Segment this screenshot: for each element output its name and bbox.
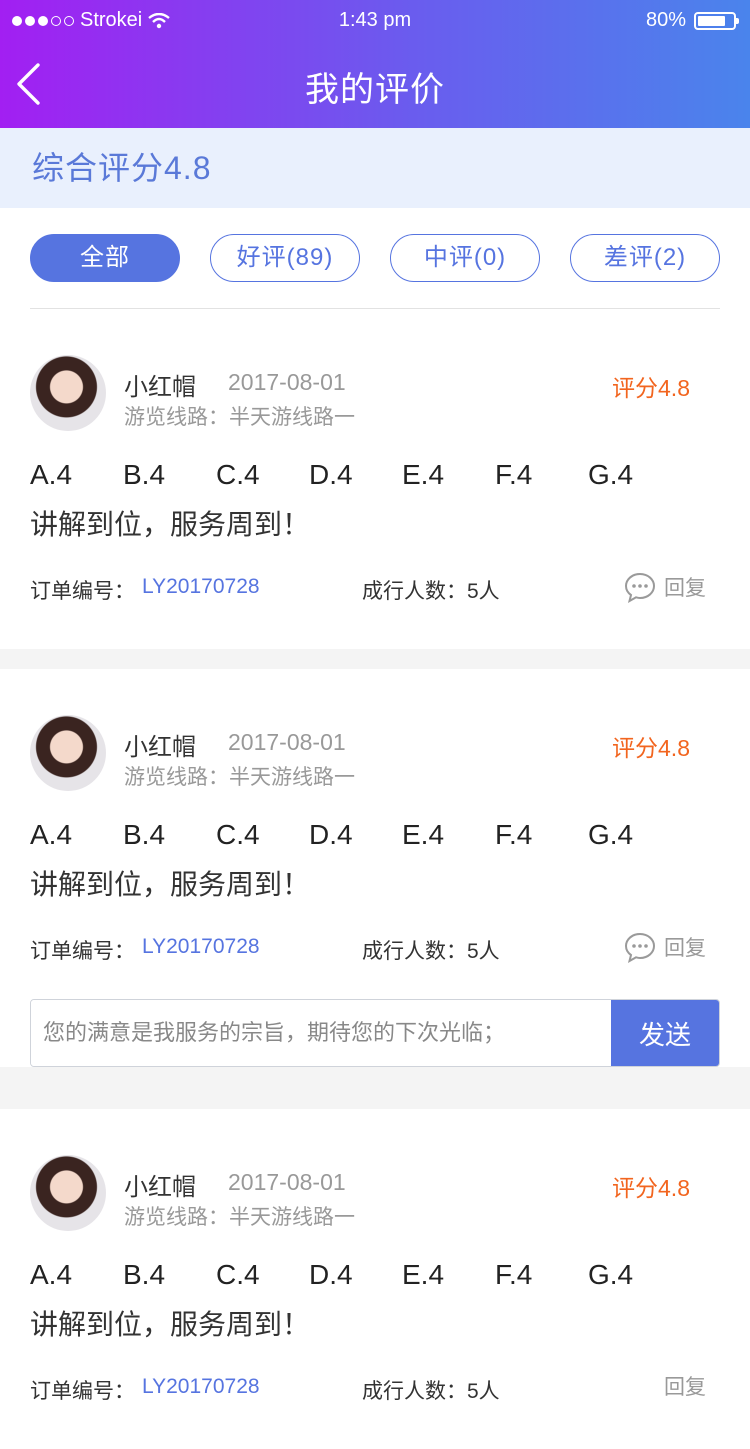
grade-g: G.4 — [588, 459, 634, 490]
review-card: 小红帽 2017-08-01 游览线路：半天游线路一 评分4.8 A.4 B.4… — [0, 1109, 750, 1449]
reply-label: 回复 — [664, 937, 706, 960]
grade-g: G.4 — [588, 819, 634, 850]
review-card: 小红帽 2017-08-01 游览线路：半天游线路一 评分4.8 A.4 B.4… — [0, 669, 750, 1067]
grade-e: E.4 — [402, 459, 445, 490]
grade-c: C.4 — [216, 819, 260, 850]
review-route: 游览线路：半天游线路一 — [124, 406, 355, 429]
party-size: 成行人数：5人 — [362, 940, 500, 963]
filter-all[interactable]: 全部 — [30, 234, 180, 282]
grade-a: A.4 — [30, 459, 73, 490]
review-card: 小红帽 2017-08-01 游览线路：半天游线路一 评分4.8 A.4 B.4… — [0, 309, 750, 649]
grade-list: A.4 B.4 C.4 D.4 E.4 F.4 G.4 — [30, 1259, 720, 1291]
section-divider — [0, 649, 750, 669]
reviewer-name: 小红帽 — [124, 1174, 196, 1201]
page-title: 我的评价 — [305, 71, 445, 109]
grade-d: D.4 — [309, 1259, 353, 1290]
reply-label: 回复 — [664, 1376, 706, 1399]
avatar — [30, 355, 106, 431]
grade-a: A.4 — [30, 819, 73, 850]
grade-f: F.4 — [495, 459, 533, 490]
review-score: 评分4.8 — [612, 1175, 690, 1201]
order-number-link[interactable]: LY20170728 — [142, 575, 260, 599]
review-score: 评分4.8 — [612, 375, 690, 401]
reply-button[interactable]: 回复 — [624, 931, 706, 963]
battery-percent: 80% — [645, 9, 686, 31]
order-label: 订单编号： — [30, 580, 135, 603]
filter-positive[interactable]: 好评(89) — [210, 234, 360, 282]
filter-bar: 全部 好评(89) 中评(0) 差评(2) — [0, 208, 750, 309]
grade-e: E.4 — [402, 819, 445, 850]
review-text: 讲解到位，服务周到！ — [30, 869, 311, 900]
grade-b: B.4 — [123, 459, 166, 490]
send-button[interactable]: 发送 — [611, 1000, 719, 1066]
avatar — [30, 715, 106, 791]
grade-d: D.4 — [309, 459, 353, 490]
order-number-link[interactable]: LY20170728 — [142, 935, 260, 959]
grade-b: B.4 — [123, 1259, 166, 1290]
clock: 1:43 pm — [338, 9, 412, 31]
review-text: 讲解到位，服务周到！ — [30, 1309, 311, 1340]
reply-button[interactable]: 回复 — [624, 571, 706, 603]
grade-b: B.4 — [123, 819, 166, 850]
grade-f: F.4 — [495, 819, 533, 850]
chat-bubble-icon — [624, 932, 656, 963]
grade-d: D.4 — [309, 819, 353, 850]
avatar — [30, 1155, 106, 1231]
reply-button[interactable]: 回复 — [664, 1371, 706, 1401]
review-text: 讲解到位，服务周到！ — [30, 509, 311, 540]
party-size: 成行人数：5人 — [362, 1380, 500, 1403]
party-size: 成行人数：5人 — [362, 580, 500, 603]
battery-icon — [694, 11, 739, 30]
grade-e: E.4 — [402, 1259, 445, 1290]
nav-bar: 我的评价 — [0, 40, 750, 128]
grade-g: G.4 — [588, 1259, 634, 1290]
app-header: Strokei 1:43 pm 80% 我的评价 — [0, 0, 750, 128]
status-bar: Strokei 1:43 pm 80% — [0, 0, 750, 40]
review-date: 2017-08-01 — [228, 729, 346, 755]
review-route: 游览线路：半天游线路一 — [124, 766, 355, 789]
grade-a: A.4 — [30, 1259, 73, 1290]
reviewer-name: 小红帽 — [124, 374, 196, 401]
section-divider — [0, 1089, 750, 1109]
review-date: 2017-08-01 — [228, 1169, 346, 1195]
order-label: 订单编号： — [30, 1380, 135, 1403]
reply-label: 回复 — [664, 577, 706, 600]
order-number-link[interactable]: LY20170728 — [142, 1375, 260, 1399]
grade-list: A.4 B.4 C.4 D.4 E.4 F.4 G.4 — [30, 459, 720, 491]
reply-input[interactable] — [31, 1000, 611, 1066]
filter-neutral[interactable]: 中评(0) — [390, 234, 540, 282]
grade-c: C.4 — [216, 459, 260, 490]
reply-composer: 发送 — [30, 999, 720, 1067]
review-date: 2017-08-01 — [228, 369, 346, 395]
reviewer-name: 小红帽 — [124, 734, 196, 761]
review-score: 评分4.8 — [612, 735, 690, 761]
grade-f: F.4 — [495, 1259, 533, 1290]
grade-list: A.4 B.4 C.4 D.4 E.4 F.4 G.4 — [30, 819, 720, 851]
grade-c: C.4 — [216, 1259, 260, 1290]
review-route: 游览线路：半天游线路一 — [124, 1206, 355, 1229]
overall-score: 综合评分4.8 — [0, 128, 750, 208]
battery-group: 80% — [645, 9, 739, 32]
chat-bubble-icon — [624, 572, 656, 603]
order-label: 订单编号： — [30, 940, 135, 963]
filter-negative[interactable]: 差评(2) — [570, 234, 720, 282]
